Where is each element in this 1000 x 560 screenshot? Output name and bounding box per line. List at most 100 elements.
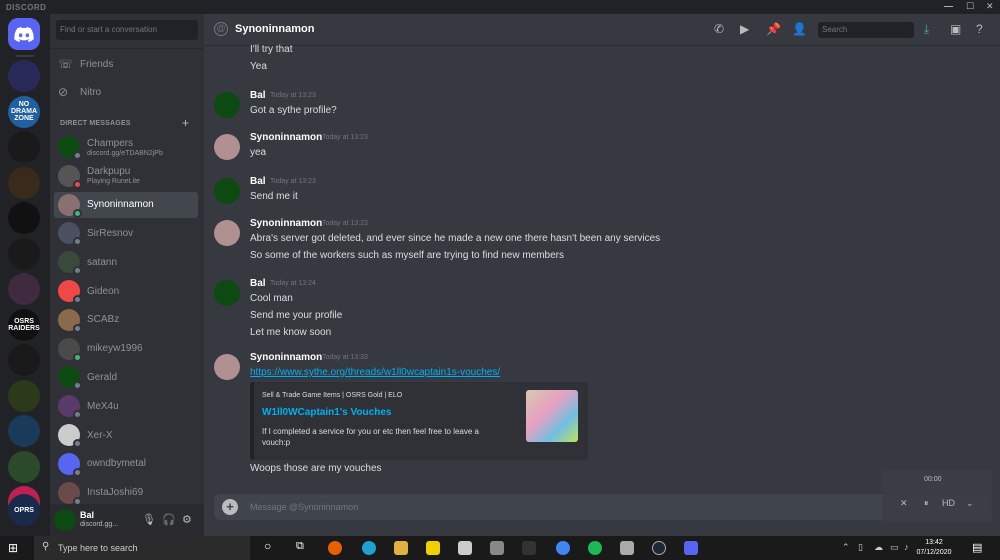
taskbar-clock[interactable]: 13:42 07/12/2020 [912,538,956,558]
dm-text: mikeyw1996 [87,343,143,354]
server-osrs-raiders[interactable]: OSRS RAIDERS [8,308,40,341]
taskbar-search-input[interactable]: ⚲ Type here to search [34,536,250,560]
message-text: So some of the workers such as myself ar… [250,250,565,261]
message-text: Send me it [250,191,298,202]
server-server-3[interactable] [8,131,40,163]
add-friend-icon[interactable]: 👤 [792,22,807,36]
dm-item[interactable]: Synoninnamon [54,191,198,218]
message-link[interactable]: https://www.sythe.org/threads/w1ll0wcapt… [250,367,500,378]
call-icon[interactable]: ✆ [714,22,724,36]
steam-icon[interactable] [652,541,666,555]
video-pause-button[interactable]: ⏸ [924,498,929,509]
upload-plus-icon[interactable]: + [222,499,238,515]
app-icon[interactable] [490,541,504,555]
chrome-icon[interactable] [556,541,570,555]
dm-item[interactable]: satann [54,249,198,276]
help-icon[interactable]: ? [976,22,983,36]
server-server-7[interactable] [8,273,40,305]
store-icon[interactable] [458,541,472,555]
message-timestamp: Today at 13:23 [270,178,316,185]
nitro-nav[interactable]: ⊘ Nitro [58,80,198,104]
message-avatar[interactable] [214,280,240,306]
friends-nav[interactable]: ☏ Friends [58,52,198,76]
network-icon[interactable]: ▭ [890,542,899,553]
message-author[interactable]: Synoninnamon [250,132,322,143]
discord-taskbar-icon[interactable] [684,541,698,555]
chat-title: Synoninnamon [235,23,315,35]
dm-item[interactable]: Gideon [54,278,198,304]
embed-title[interactable]: W1ll0WCaptain1's Vouches [262,407,391,418]
firefox-icon[interactable] [328,541,342,555]
server-server-12[interactable] [8,450,40,483]
video-call-icon[interactable]: ▶ [740,22,749,36]
tray-arrow-icon[interactable]: ⌃ [842,542,850,553]
message-author[interactable]: Synoninnamon [250,352,322,363]
status-indicator [73,323,82,333]
dm-item[interactable]: SirResnov [54,220,198,247]
server-server-6[interactable] [8,237,40,270]
find-conversation-input[interactable]: Find or start a conversation [56,20,198,40]
sticky-app-icon[interactable] [426,541,440,555]
notifications-icon[interactable]: ▤ [972,541,982,554]
dm-item[interactable]: mikeyw1996 [54,336,198,362]
dm-item[interactable]: owndbymetal [54,451,198,477]
dm-item[interactable]: Xer-X [54,422,198,448]
message-author[interactable]: Bal [250,176,266,187]
maximize-button[interactable]: ☐ [966,1,974,12]
video-collapse-button[interactable]: ⌄ [966,498,974,509]
embed-thumbnail[interactable] [526,390,578,442]
server-server-5[interactable] [8,202,40,234]
task-view-icon[interactable]: ⧉ [296,540,310,554]
chat-search-input[interactable]: Search [818,22,914,38]
message-input[interactable]: Message @Synoninnamon [250,502,358,512]
dm-item[interactable]: InstaJoshi69 [54,480,198,506]
pin-icon[interactable]: 📌 [766,22,781,36]
game-icon[interactable] [522,541,536,555]
dm-item[interactable]: MeX4u [54,393,198,420]
server-server-1[interactable] [8,60,40,92]
microphone-icon[interactable]: 🎙 [142,513,156,526]
dm-item[interactable]: Gerald [54,364,198,391]
search-icon: ⚲ [42,541,50,552]
edge-icon[interactable] [362,541,376,555]
snip-icon[interactable] [620,541,634,555]
video-close-button[interactable]: ✕ [900,498,908,509]
status-indicator [73,439,82,448]
settings-gear-icon[interactable]: ⚙ [182,513,192,526]
download-icon[interactable]: ⤓ [924,22,929,37]
spotify-icon[interactable] [588,541,602,555]
message-avatar[interactable] [214,220,240,246]
dm-item[interactable]: Champers discord.gg/eTDABN2jPb [54,134,198,160]
message-avatar[interactable] [214,178,240,204]
onedrive-icon[interactable]: ☁ [874,542,883,553]
volume-icon[interactable]: ♪ [904,542,909,552]
message-avatar[interactable] [214,92,240,118]
cortana-icon[interactable]: ○ [264,539,278,553]
file-explorer-icon[interactable] [394,541,408,555]
user-avatar[interactable] [54,509,76,531]
dm-item[interactable]: SCABz [54,307,198,333]
tray-icon[interactable]: ▯ [858,542,863,553]
home-button[interactable] [8,18,40,50]
embed-provider: Sell & Trade Game Items | OSRS Gold | EL… [262,392,403,399]
server-server-10[interactable] [8,379,40,412]
minimize-button[interactable]: — [944,1,953,11]
message-avatar[interactable] [214,354,240,380]
server-server-11[interactable] [8,415,40,447]
message-author[interactable]: Synoninnamon [250,218,322,229]
message-avatar[interactable] [214,134,240,160]
create-dm-plus-icon[interactable]: + [182,116,189,130]
server-server-9[interactable] [8,344,40,376]
close-button[interactable]: ✕ [986,1,994,12]
inbox-icon[interactable]: ▣ [950,22,961,36]
message-author[interactable]: Bal [250,90,266,101]
server-no-drama-zone[interactable]: NO DRAMA ZONE [8,95,40,128]
windows-start-icon[interactable]: ⊞ [8,541,18,555]
message-author[interactable]: Bal [250,278,266,289]
dm-item[interactable]: Darkpupu Playing RuneLite [54,163,198,189]
message-composer[interactable]: + Message @Synoninnamon [214,494,990,520]
headphones-icon[interactable]: 🎧 [162,513,176,526]
video-quality-button[interactable]: HD [942,498,955,508]
server-server-4[interactable] [8,166,40,199]
server-server-14[interactable]: OPRS [8,494,40,526]
